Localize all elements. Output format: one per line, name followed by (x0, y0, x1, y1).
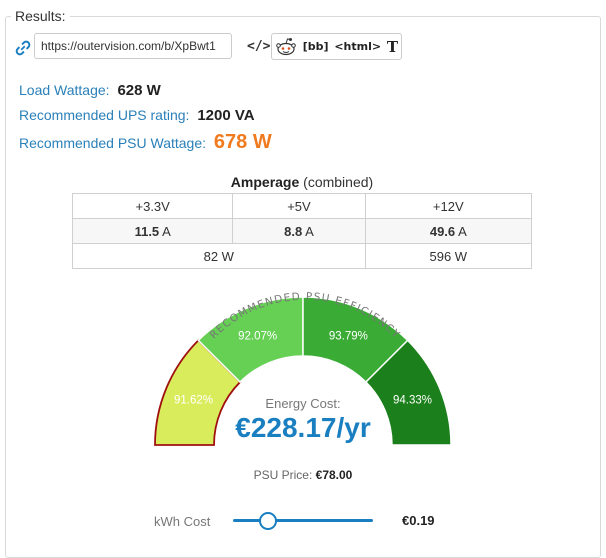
kwh-cost-slider[interactable] (233, 511, 373, 530)
psu-wattage-value: 678 W (213, 131, 272, 153)
reddit-icon[interactable] (275, 37, 297, 57)
amp-value-12v: 49.6 A (364, 218, 533, 244)
load-wattage-row: Load Wattage: 628 W (19, 82, 161, 99)
kwh-cost-label: kWh Cost (154, 514, 211, 529)
slider-track[interactable] (233, 519, 373, 522)
gauge-segment-label: 93.79% (329, 331, 368, 343)
ups-rating-label: Recommended UPS rating: (19, 107, 190, 123)
slider-thumb[interactable] (258, 512, 277, 530)
amp-header-3v3: +3.3V (71, 193, 234, 219)
amperage-table: +3.3V +5V +12V 11.5 A 8.8 A 49.6 A 82 W … (71, 193, 533, 269)
results-legend: Results: (11, 8, 70, 24)
psu-price-value: €78.00 (315, 468, 353, 482)
amperage-subtitle: (combined) (303, 174, 374, 190)
kwh-cost-value: €0.19 (402, 513, 435, 528)
psu-price: PSU Price: €78.00 (0, 468, 606, 482)
ups-rating-row: Recommended UPS rating: 1200 VA (19, 107, 255, 124)
text-button[interactable]: T (387, 38, 398, 56)
share-button-group: [bb] <html> T (271, 33, 402, 60)
share-url-input[interactable] (34, 33, 232, 59)
load-wattage-value: 628 W (117, 82, 161, 99)
psu-price-label: PSU Price: (253, 468, 313, 482)
html-button[interactable]: <html> (334, 40, 381, 53)
bbcode-button[interactable]: [bb] (303, 40, 329, 53)
psu-wattage-label: Recommended PSU Wattage: (19, 135, 207, 151)
watts-12v-cell: 596 W (364, 243, 533, 269)
energy-cost-value: €228.17/yr (235, 412, 371, 443)
link-icon (15, 40, 31, 56)
amp-header-12v: +12V (364, 193, 533, 219)
psu-wattage-row: Recommended PSU Wattage: 678 W (19, 131, 272, 154)
gauge-segment-label: 92.07% (238, 331, 277, 343)
amperage-heading: Amperage (230, 174, 300, 190)
amp-header-5v: +5V (232, 193, 366, 219)
watts-combined-cell: 82 W (72, 243, 366, 269)
energy-cost-label: Energy Cost: (265, 396, 341, 411)
amp-value-3v3: 11.5 A (71, 218, 234, 244)
share-row: </> [bb] <html> T (14, 33, 402, 63)
amp-value-5v: 8.8 A (232, 218, 366, 244)
load-wattage-label: Load Wattage: (19, 82, 110, 98)
ups-rating-value: 1200 VA (197, 107, 255, 124)
code-embed-icon[interactable]: </> (247, 39, 270, 54)
amperage-title: Amperage (combined) (72, 174, 532, 190)
